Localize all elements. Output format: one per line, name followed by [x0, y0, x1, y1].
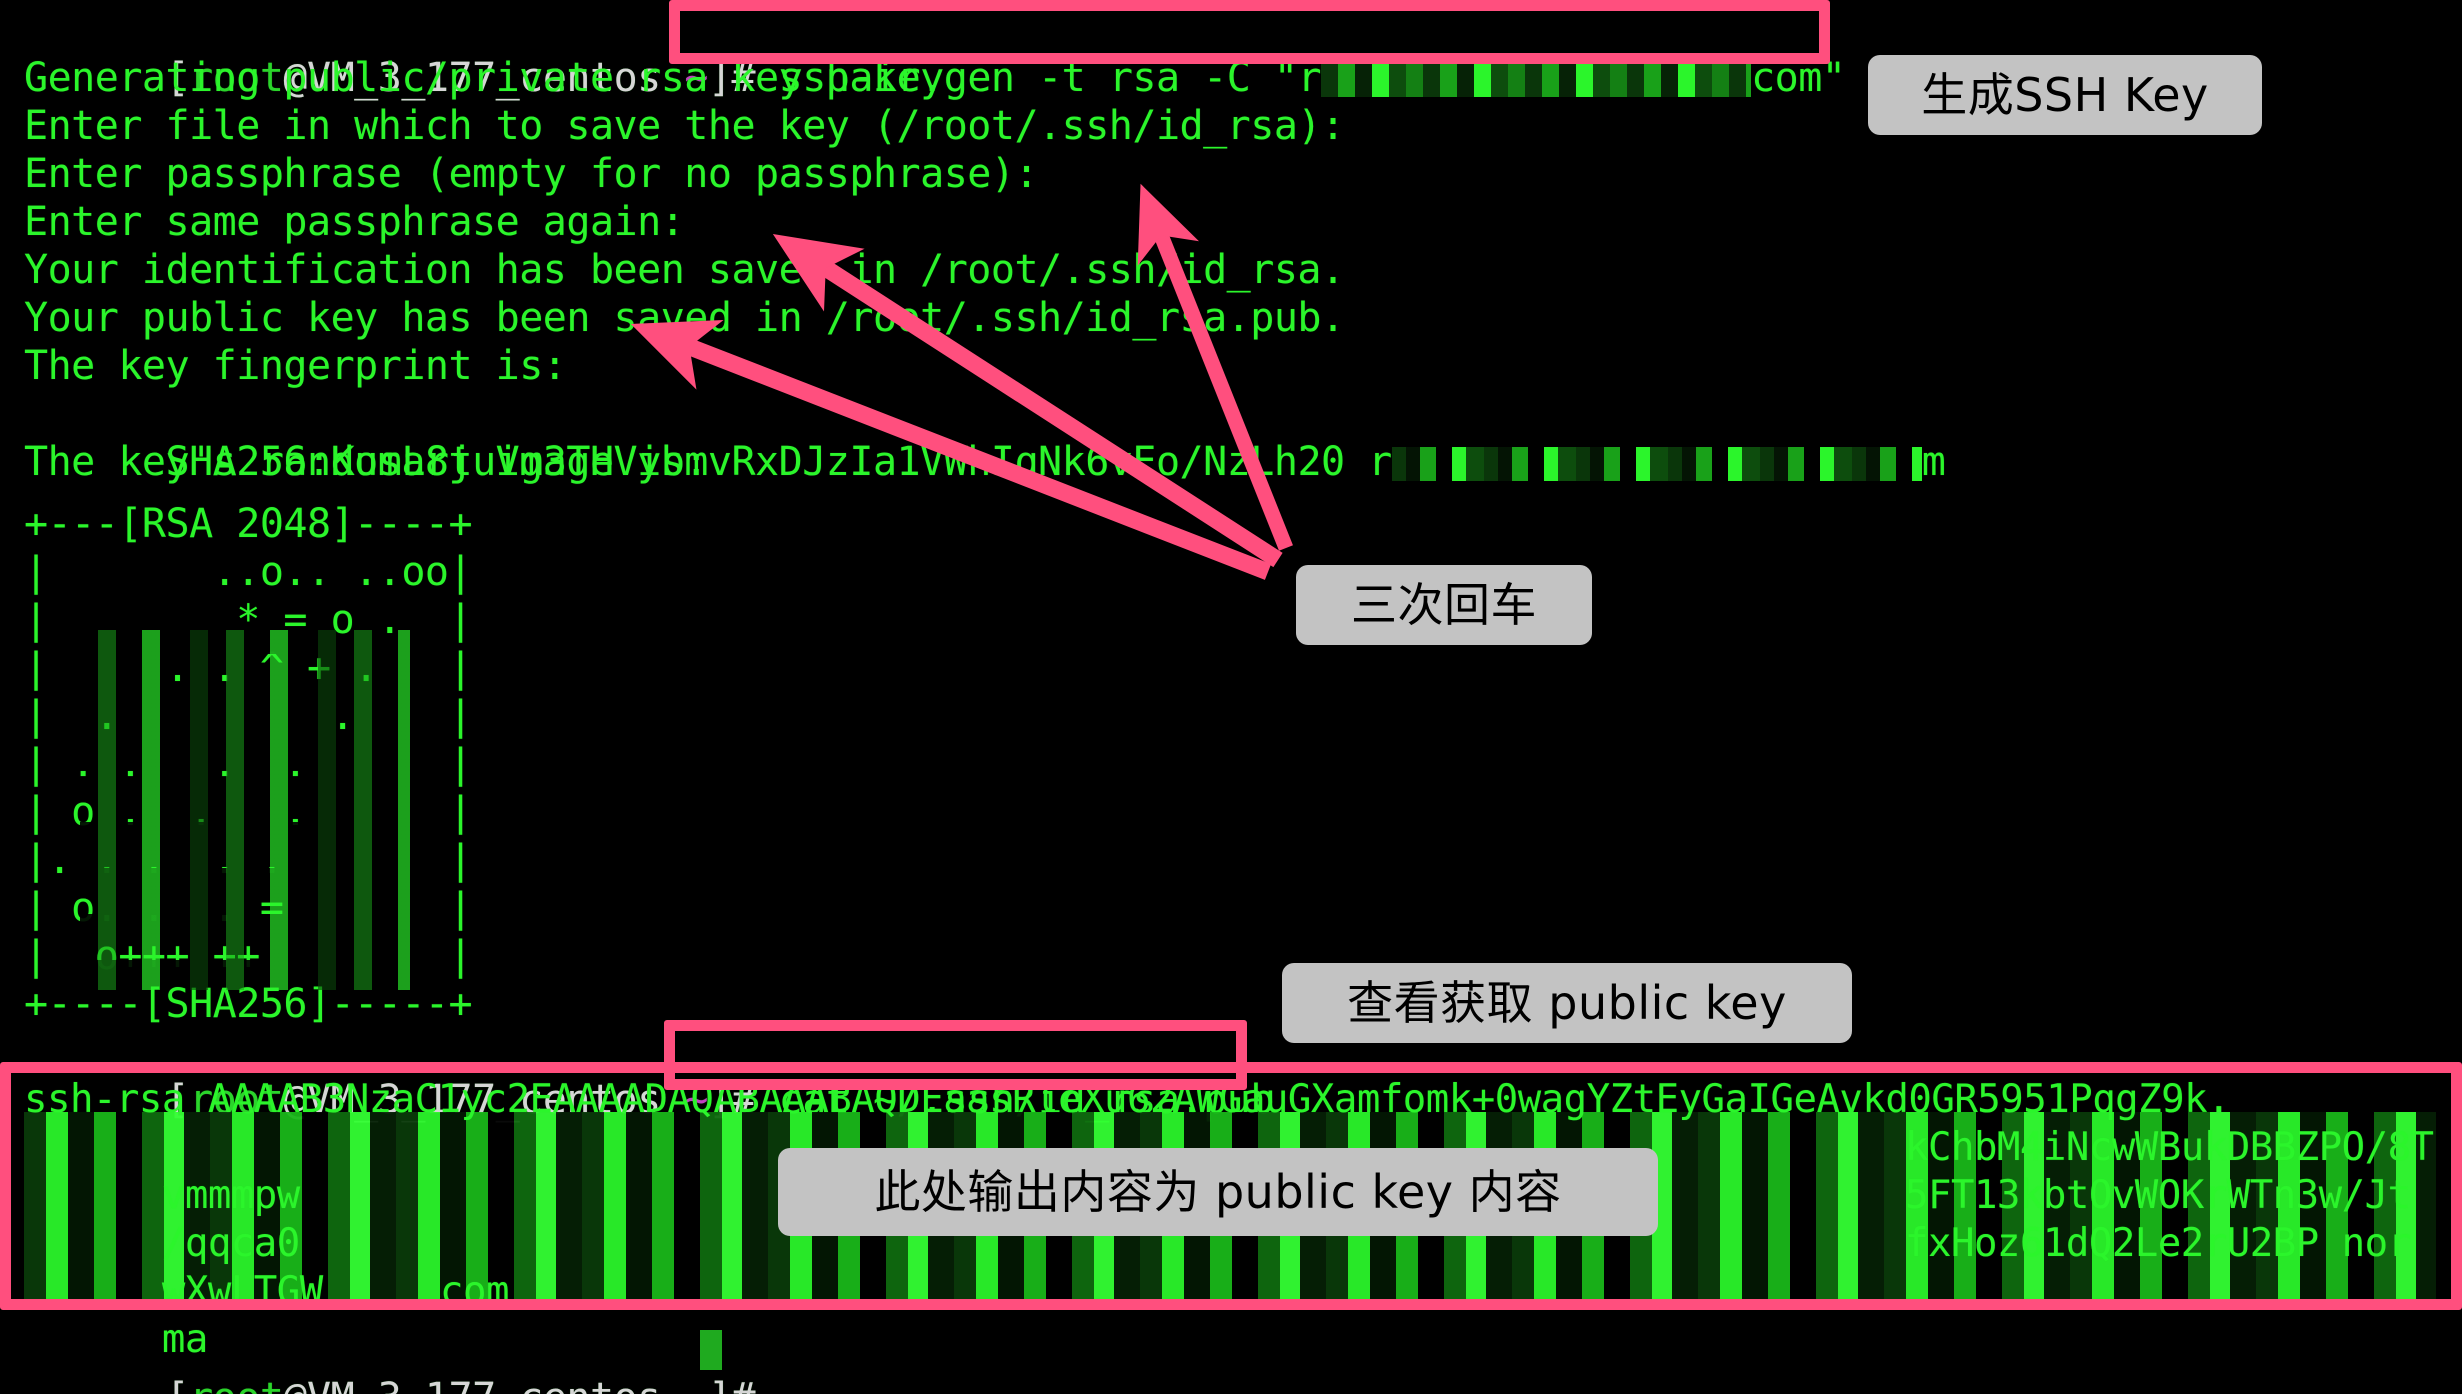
arrow-to-same-passphrase — [630, 319, 1272, 580]
annotation-output-is-public-key: 此处输出内容为 public key 内容 — [778, 1148, 1658, 1236]
annotation-view-public-key: 查看获取 public key — [1282, 963, 1852, 1043]
arrow-to-enter-passphrase — [772, 234, 1283, 568]
terminal-screenshot: [root@VM_3_177_centos ~]# ssh-keygen -t … — [0, 0, 2462, 1394]
annotation-three-enters: 三次回车 — [1296, 565, 1592, 645]
annotation-generate-ssh-key: 生成SSH Key — [1868, 55, 2262, 135]
